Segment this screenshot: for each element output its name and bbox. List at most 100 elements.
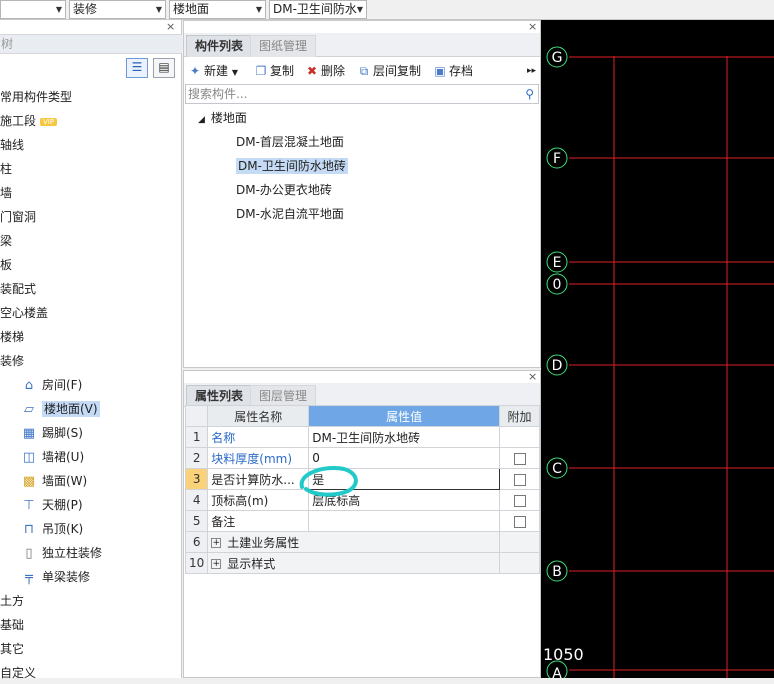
- chevron-down-icon: ▼: [155, 5, 162, 14]
- property-group[interactable]: + 土建业务属性: [207, 531, 501, 553]
- combo-component[interactable]: DM-卫生间防水 ▼: [269, 0, 367, 19]
- tree-sub-floor[interactable]: ▱ 楼地面(V): [20, 398, 100, 420]
- column-header-value: 属性值: [308, 405, 501, 427]
- tree-item-common-types[interactable]: 常用构件类型: [0, 86, 72, 108]
- expand-icon[interactable]: +: [211, 559, 222, 569]
- row-number: 4: [184, 489, 209, 511]
- close-icon[interactable]: ×: [528, 20, 537, 33]
- delete-icon: ✖: [306, 64, 318, 78]
- property-table: 属性名称 属性值 附加 1 名称 DM-卫生间防水地砖 2 块料厚度(mm) 0…: [184, 405, 540, 574]
- tree-item-decoration[interactable]: 装修: [0, 350, 24, 372]
- tree-item-slab[interactable]: 板: [0, 254, 12, 276]
- floor-copy-button[interactable]: ⧉ 层间复制: [357, 61, 421, 81]
- search-icon[interactable]: ⚲: [525, 85, 534, 103]
- table-row: 5 备注: [184, 510, 540, 532]
- tree-item-foundation[interactable]: 基础: [0, 614, 24, 636]
- extra-checkbox[interactable]: [513, 473, 526, 486]
- property-extra: [499, 426, 540, 448]
- chevron-down-icon: ▼: [231, 68, 238, 77]
- dado-icon: ◫: [22, 450, 36, 465]
- combo-floor[interactable]: ▼: [0, 0, 66, 19]
- property-value[interactable]: [308, 510, 501, 532]
- extra-checkbox[interactable]: [513, 452, 526, 465]
- tree-item-openings[interactable]: 门窗洞: [0, 206, 36, 228]
- tree-sub-wall-surface[interactable]: ▩ 墙面(W): [20, 470, 87, 492]
- new-icon: ✦: [189, 64, 201, 78]
- component-item[interactable]: DM-首层混凝土地面: [236, 132, 344, 152]
- tab-drawing-management[interactable]: 图纸管理: [250, 35, 317, 57]
- floor-copy-icon: ⧉: [359, 64, 369, 78]
- beam-finish-icon: ╤: [25, 570, 33, 585]
- tab-property-list[interactable]: 属性列表: [186, 385, 253, 407]
- close-icon[interactable]: ×: [528, 370, 537, 383]
- list-view-button[interactable]: ☰: [126, 58, 148, 78]
- table-row-group[interactable]: 6 + 土建业务属性: [184, 531, 540, 553]
- tree-sub-baseboard[interactable]: ▦ 踢脚(S): [20, 422, 83, 444]
- collapse-triangle-icon[interactable]: ◢: [198, 115, 205, 125]
- table-row: 2 块料厚度(mm) 0: [184, 447, 540, 469]
- tree-sub-dado[interactable]: ◫ 墙裙(U): [20, 446, 84, 468]
- tree-sub-room[interactable]: ⌂ 房间(F): [20, 374, 82, 396]
- row-number: 1: [184, 426, 209, 448]
- tree-item-beam[interactable]: 梁: [0, 230, 12, 252]
- chevron-down-icon: ▼: [55, 5, 62, 14]
- extra-checkbox[interactable]: [513, 494, 526, 507]
- property-value[interactable]: DM-卫生间防水地砖: [308, 426, 501, 448]
- combo-type[interactable]: 楼地面 ▼: [169, 0, 266, 19]
- delete-button[interactable]: ✖ 删除: [305, 61, 345, 81]
- detail-view-icon: ▤: [158, 60, 170, 74]
- tree-item-hollow-floor[interactable]: 空心楼盖: [0, 302, 48, 324]
- column-finish-icon: ▯: [25, 546, 33, 561]
- close-icon[interactable]: ×: [166, 20, 175, 33]
- expand-icon[interactable]: +: [211, 538, 222, 548]
- save-icon: ▣: [434, 64, 446, 78]
- copy-icon: ❐: [255, 64, 267, 78]
- component-item[interactable]: DM-办公更衣地砖: [236, 180, 332, 200]
- property-extra: [499, 447, 540, 469]
- component-item-selected[interactable]: DM-卫生间防水地砖: [236, 156, 348, 176]
- axis-label: G: [552, 50, 563, 66]
- tree-item-wall[interactable]: 墙: [0, 182, 12, 204]
- copy-button[interactable]: ❐ 复制: [254, 61, 294, 81]
- tree-item-earthwork[interactable]: 土方: [0, 590, 24, 612]
- property-tab-row: 属性列表 图层管理: [184, 383, 540, 407]
- floor-icon: ▱: [24, 402, 34, 417]
- table-row-group[interactable]: 10 + 显示样式: [184, 552, 540, 574]
- table-row-selected: 3 是否计算防水... 是: [184, 468, 540, 490]
- chevron-down-icon: ▼: [356, 5, 363, 14]
- tab-component-list[interactable]: 构件列表: [186, 35, 253, 57]
- tree-item-column[interactable]: 柱: [0, 158, 12, 180]
- new-button[interactable]: ✦ 新建 ▼: [188, 61, 238, 81]
- tree-sub-ceiling[interactable]: ⊤ 天棚(P): [20, 494, 82, 516]
- more-icon[interactable]: ▸▸: [527, 61, 536, 81]
- component-item[interactable]: DM-水泥自流平地面: [236, 204, 344, 224]
- extra-checkbox[interactable]: [513, 515, 526, 528]
- tree-sub-column-finish[interactable]: ▯ 独立柱装修: [20, 542, 102, 564]
- property-table-header: 属性名称 属性值 附加: [184, 405, 540, 427]
- axis-label: D: [552, 358, 563, 374]
- dimension-label: 1050: [543, 645, 584, 664]
- tree-item-custom[interactable]: 自定义: [0, 662, 36, 684]
- tree-item-axis[interactable]: 轴线: [0, 134, 24, 156]
- save-button[interactable]: ▣ 存档: [433, 61, 473, 81]
- tree-item-stairs[interactable]: 楼梯: [0, 326, 24, 348]
- axis-label: A: [552, 666, 562, 678]
- detail-view-button[interactable]: ▤: [153, 58, 175, 78]
- tree-item-construction-section[interactable]: 施工段 VIP: [0, 110, 58, 132]
- row-number: 3: [184, 468, 209, 490]
- row-number-header: [184, 405, 209, 427]
- tree-item-prefab[interactable]: 装配式: [0, 278, 36, 300]
- chevron-down-icon: ▼: [255, 5, 262, 14]
- combo-category[interactable]: 装修 ▼: [69, 0, 166, 19]
- tree-sub-suspended-ceiling[interactable]: ⊓ 吊顶(K): [20, 518, 83, 540]
- cad-drawing-canvas[interactable]: G F E 0 D C B A 1050: [541, 20, 774, 678]
- tree-item-other[interactable]: 其它: [0, 638, 24, 660]
- property-name: 块料厚度(mm): [207, 447, 310, 469]
- tab-layer-management[interactable]: 图层管理: [250, 385, 317, 407]
- component-search-input[interactable]: 搜索构件... ⚲: [185, 84, 539, 104]
- property-group[interactable]: + 显示样式: [207, 552, 501, 574]
- tree-sub-beam-finish[interactable]: ╤ 单梁装修: [20, 566, 90, 588]
- component-tree-root[interactable]: ◢ 楼地面: [198, 108, 247, 130]
- axis-label: E: [553, 255, 562, 271]
- list-icon: ☰: [131, 60, 143, 74]
